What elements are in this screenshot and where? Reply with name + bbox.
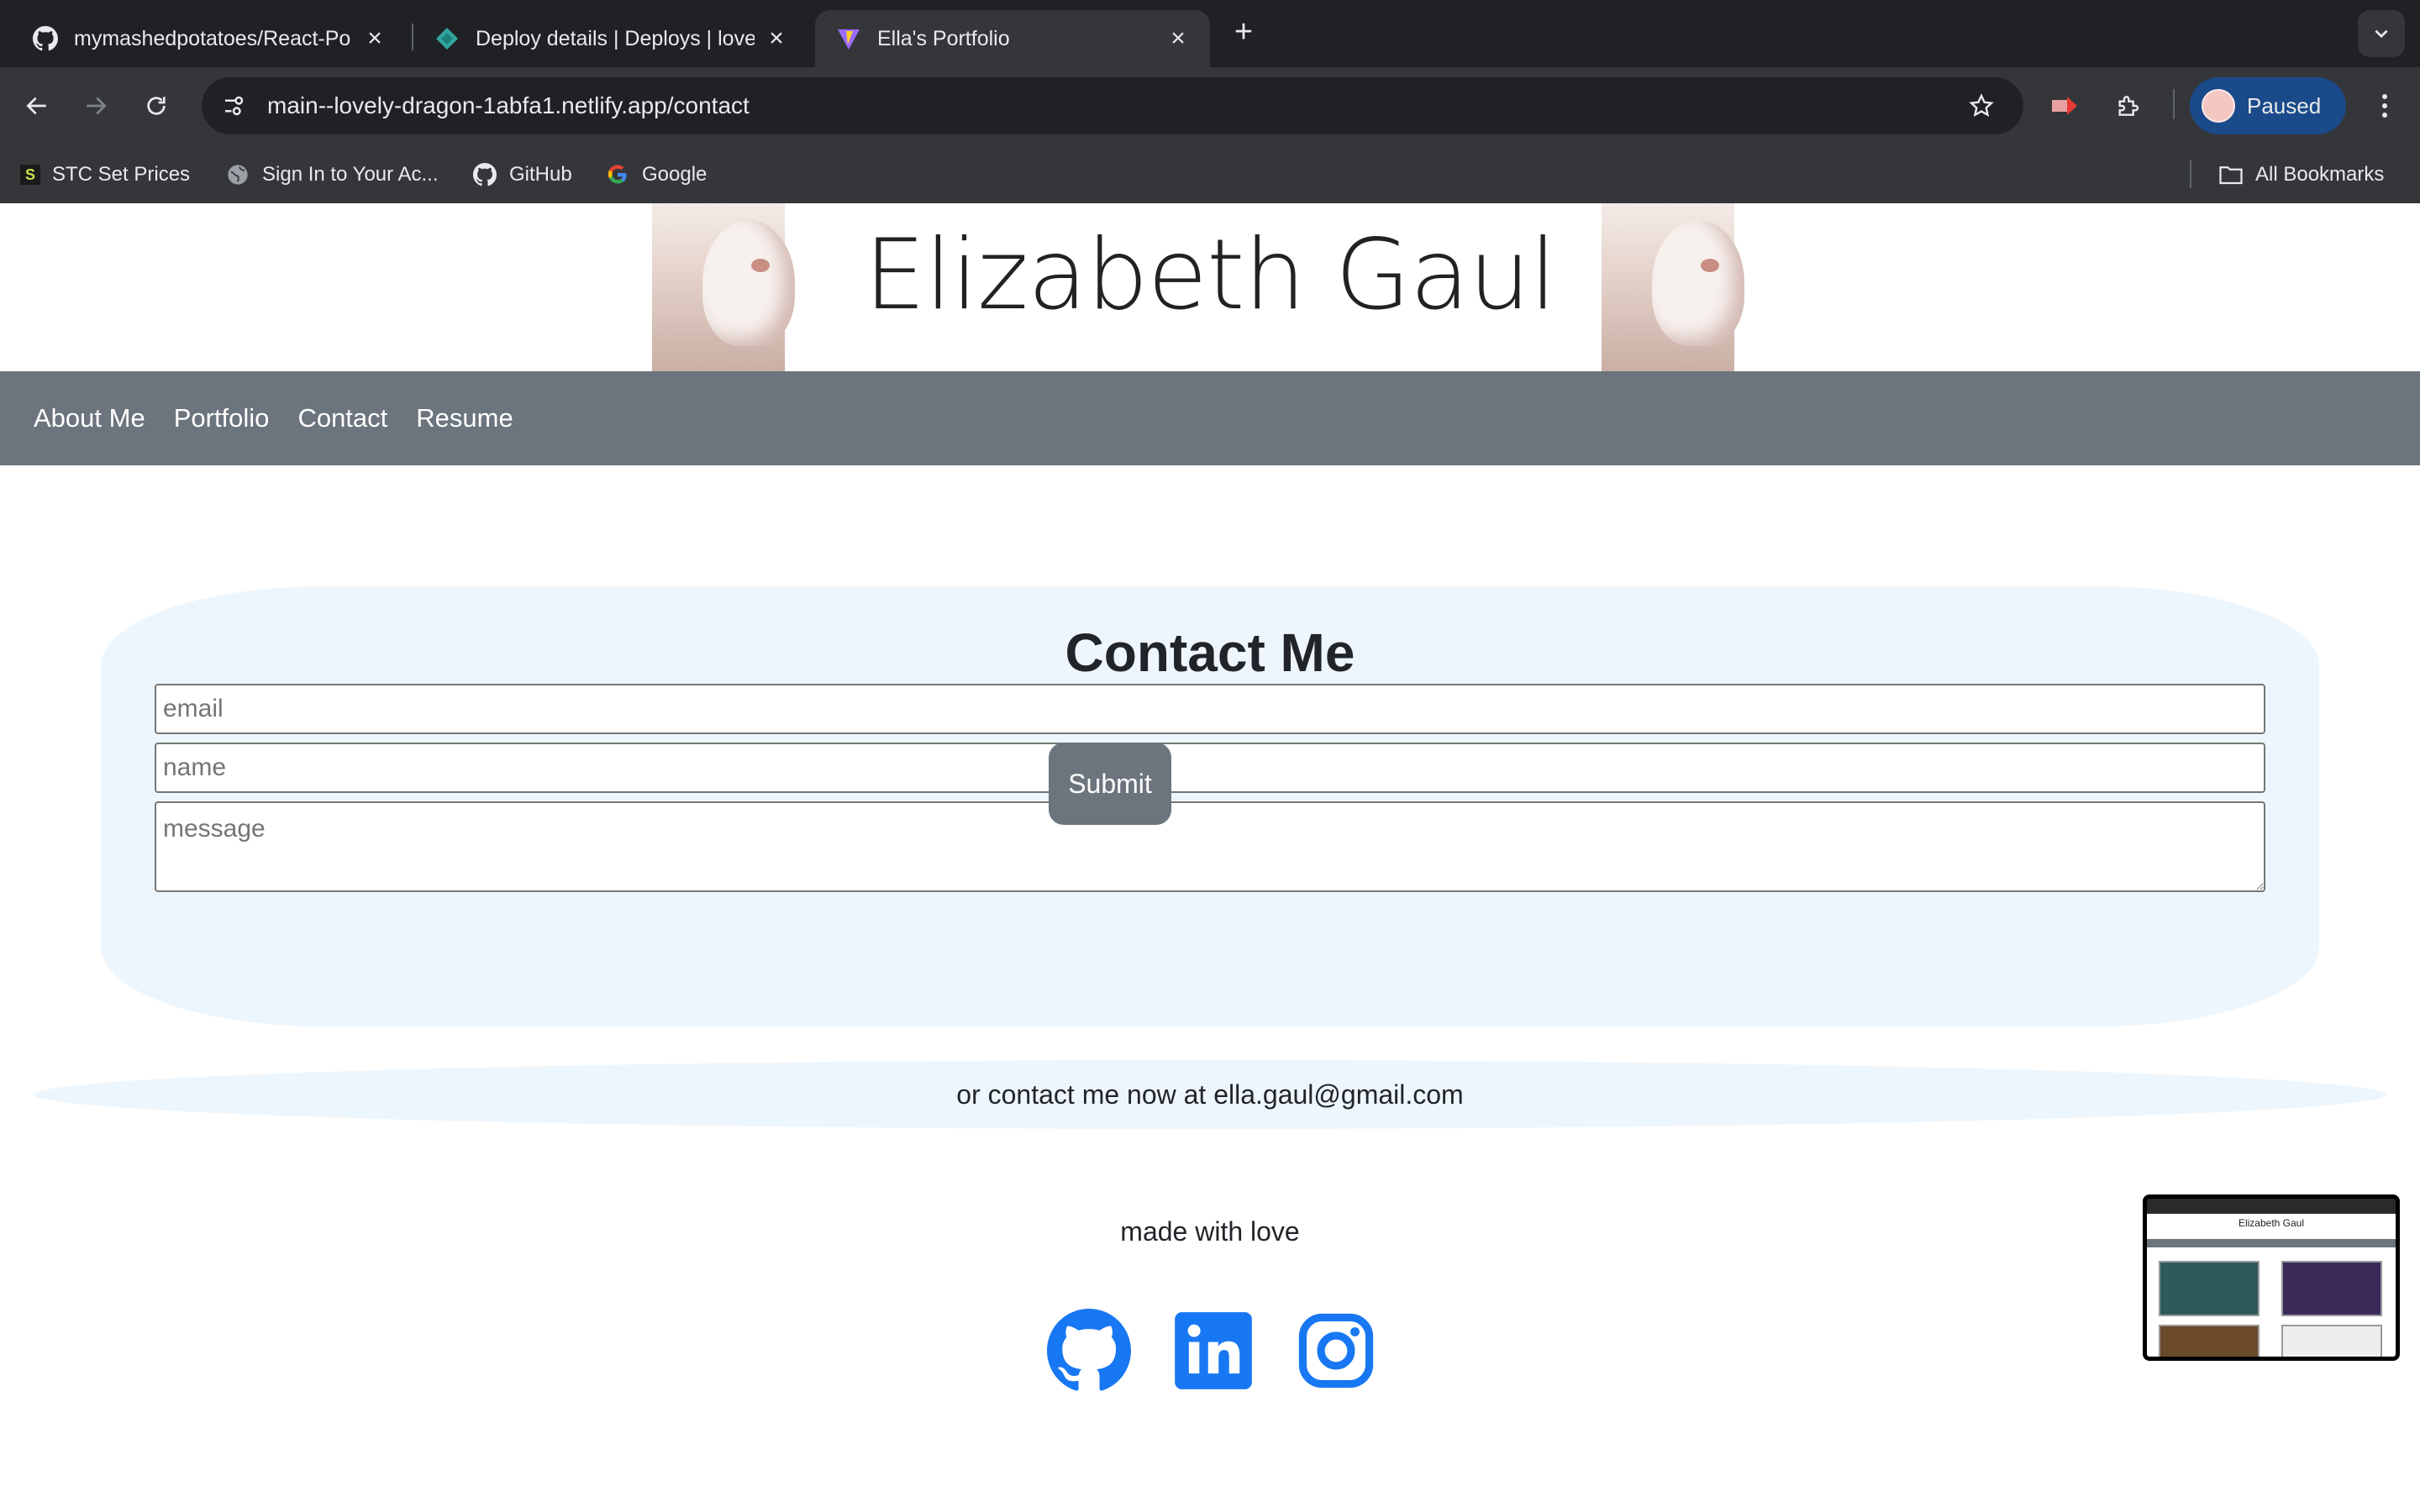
contact-heading: Contact Me [1065, 622, 1355, 683]
site-info-icon[interactable] [215, 87, 252, 124]
nav-portfolio[interactable]: Portfolio [174, 403, 270, 433]
bookmark-star-icon[interactable] [1963, 87, 2000, 124]
nav-resume[interactable]: Resume [416, 403, 513, 433]
submit-button[interactable]: Submit [1049, 743, 1171, 825]
tab-deploy-details[interactable]: Deploy details | Deploys | love × [413, 10, 808, 67]
bookmark-label: Sign In to Your Ac... [262, 163, 439, 186]
bookmark-stc-set-prices[interactable]: S STC Set Prices [20, 158, 190, 192]
globe-icon [225, 162, 250, 187]
contact-email-text: or contact me now at ella.gaul@gmail.com [956, 1079, 1464, 1110]
bookmark-label: STC Set Prices [52, 163, 191, 186]
bookmark-label: GitHub [509, 163, 572, 186]
profile-button[interactable]: Paused [2190, 77, 2346, 134]
tab-title: Ella's Portfolio [877, 26, 1010, 50]
tab-react-portfolio[interactable]: mymashedpotatoes/React-Po × [12, 10, 407, 67]
profile-status: Paused [2247, 92, 2322, 118]
site-nav: About Me Portfolio Contact Resume [0, 371, 2420, 465]
extension-icon[interactable] [2045, 87, 2082, 124]
tab-strip: mymashedpotatoes/React-Po × Deploy detai… [0, 0, 2420, 67]
bookmark-label: Google [642, 163, 708, 186]
contact-form-card: Contact Me [101, 586, 2319, 1026]
all-bookmarks-label: All Bookmarks [2255, 163, 2385, 186]
forward-button[interactable] [77, 87, 114, 124]
page-content: Elizabeth Gaul About Me Portfolio Contac… [0, 203, 2420, 1512]
browser-toolbar: main--lovely-dragon-1abfa1.netlify.app/c… [0, 67, 2420, 144]
site-header: Elizabeth Gaul [0, 203, 2420, 371]
arrow-left-icon [26, 97, 46, 115]
bookmark-github[interactable]: GitHub [472, 158, 572, 192]
bookmarks-bar: S STC Set Prices Sign In to Your Ac... G… [0, 144, 2420, 203]
more-menu-icon[interactable] [2366, 87, 2403, 124]
netlify-icon [434, 25, 460, 52]
bookmark-sign-in[interactable]: Sign In to Your Ac... [225, 158, 438, 192]
s-icon: S [20, 165, 40, 185]
avatar [2202, 89, 2235, 123]
github-icon [32, 25, 59, 52]
footer-text: made with love [1120, 1216, 1300, 1247]
tab-search-button[interactable] [2358, 10, 2405, 57]
instagram-icon[interactable] [1294, 1309, 1378, 1393]
url-text: main--lovely-dragon-1abfa1.netlify.app/c… [267, 92, 750, 118]
back-button[interactable] [18, 87, 55, 124]
extensions-puzzle-icon[interactable] [2109, 87, 2146, 124]
message-field[interactable] [155, 801, 2265, 892]
close-icon[interactable]: × [363, 24, 387, 52]
arrow-right-icon [87, 97, 107, 115]
github-icon[interactable] [1047, 1309, 1131, 1393]
bookmark-google[interactable]: Google [605, 158, 707, 192]
reload-button[interactable] [138, 87, 175, 124]
vite-icon [835, 25, 862, 52]
site-title: Elizabeth Gaul [864, 218, 1556, 332]
reload-icon [147, 97, 166, 115]
email-field[interactable] [155, 684, 2265, 734]
nav-contact[interactable]: Contact [297, 403, 387, 433]
chevron-down-icon [2375, 29, 2388, 39]
folder-icon [2218, 162, 2244, 187]
contact-email-banner: or contact me now at ella.gaul@gmail.com [34, 1060, 2386, 1129]
screenshot-thumbnail[interactable]: Elizabeth Gaul [2143, 1194, 2400, 1361]
new-tab-button[interactable]: + [1227, 14, 1260, 50]
tab-ellas-portfolio[interactable]: Ella's Portfolio × [815, 10, 1210, 67]
nav-about-me[interactable]: About Me [34, 403, 145, 433]
tab-title: Deploy details | Deploys | love [476, 26, 755, 50]
google-icon [605, 162, 630, 187]
name-field[interactable] [155, 743, 2265, 793]
toolbar-separator [2173, 89, 2175, 119]
address-bar[interactable]: main--lovely-dragon-1abfa1.netlify.app/c… [202, 77, 2023, 134]
close-icon[interactable]: × [1166, 24, 1190, 52]
bookmarks-separator [2190, 160, 2191, 188]
github-icon [472, 162, 497, 187]
close-icon[interactable]: × [765, 24, 788, 52]
tab-title: mymashedpotatoes/React-Po [74, 26, 351, 50]
linkedin-icon[interactable] [1171, 1309, 1255, 1393]
thumbnail-title: Elizabeth Gaul [2238, 1217, 2305, 1229]
all-bookmarks-button[interactable]: All Bookmarks [2218, 158, 2384, 192]
